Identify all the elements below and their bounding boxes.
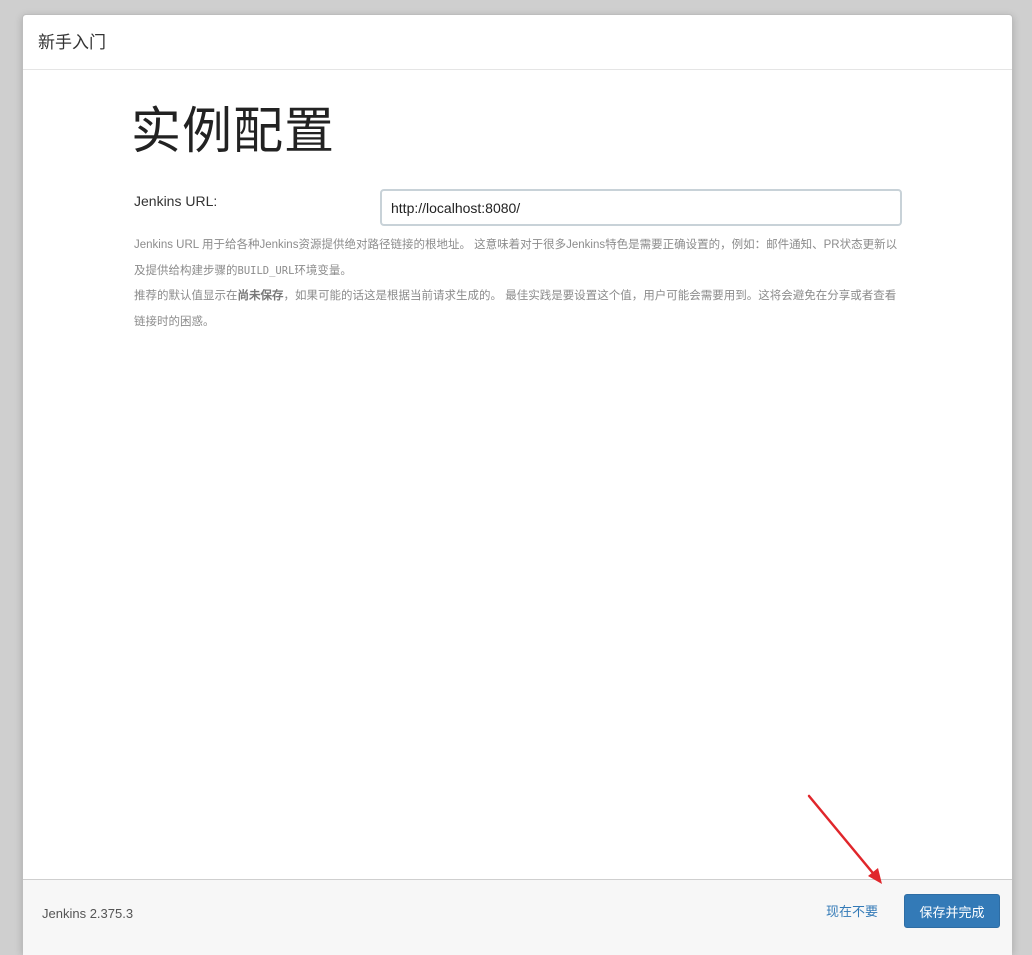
help-paragraph-2: 推荐的默认值显示在尚未保存，如果可能的话这是根据当前请求生成的。 最佳实践是要设… [134, 284, 902, 335]
page-title: 实例配置 [131, 103, 335, 159]
save-and-finish-button[interactable]: 保存并完成 [904, 894, 1000, 928]
not-saved-emphasis: 尚未保存 [237, 290, 284, 302]
jenkins-url-help: Jenkins URL 用于给各种Jenkins资源提供绝对路径链接的根地址。 … [134, 233, 902, 335]
build-url-code: BUILD_URL [237, 264, 295, 277]
jenkins-version: Jenkins 2.375.3 [42, 906, 134, 921]
setup-wizard-dialog: 新手入门 实例配置 Jenkins URL: Jenkins URL 用于给各种… [22, 14, 1013, 955]
help-text: 环境变量。 [294, 264, 352, 277]
help-paragraph-1: Jenkins URL 用于给各种Jenkins资源提供绝对路径链接的根地址。 … [134, 233, 902, 284]
skip-button[interactable]: 现在不要 [826, 903, 878, 921]
jenkins-url-input[interactable] [380, 189, 902, 226]
jenkins-url-label: Jenkins URL: [134, 193, 218, 209]
dialog-footer: Jenkins 2.375.3 现在不要 保存并完成 [23, 879, 1012, 955]
dialog-title: 新手入门 [38, 33, 106, 52]
help-text: 推荐的默认值显示在 [134, 290, 238, 302]
dialog-header: 新手入门 [23, 15, 1012, 70]
